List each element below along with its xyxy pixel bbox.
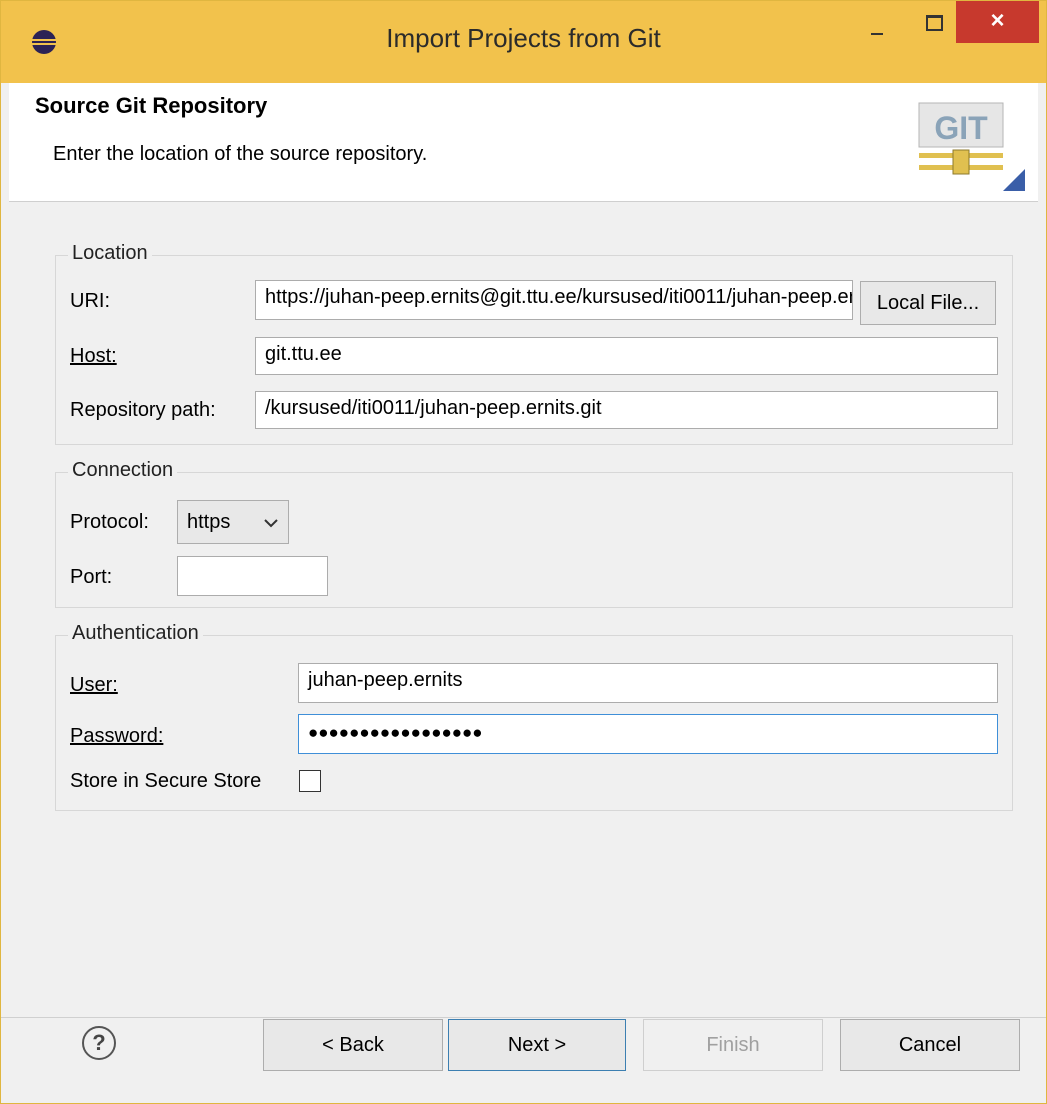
next-button[interactable]: Next >	[448, 1019, 626, 1071]
repository-path-label: Repository path:	[70, 399, 216, 421]
local-file-button[interactable]: Local File...	[860, 281, 996, 325]
repository-path-field[interactable]: /kursused/iti0011/juhan-peep.ernits.git	[255, 391, 998, 429]
store-secure-checkbox[interactable]	[299, 770, 321, 792]
help-icon[interactable]: ?	[82, 1026, 116, 1060]
back-button[interactable]: < Back	[263, 1019, 443, 1071]
port-field[interactable]	[177, 556, 328, 596]
page-title: Source Git Repository	[35, 93, 268, 118]
password-label: Password:	[70, 725, 164, 747]
protocol-select[interactable]: https	[177, 500, 289, 544]
uri-field[interactable]: https://juhan-peep.ernits@git.ttu.ee/kur…	[255, 280, 853, 320]
close-button[interactable]: ×	[956, 1, 1039, 43]
git-logo-text: GIT	[934, 110, 988, 146]
footer-divider	[1, 1017, 1046, 1018]
protocol-label: Protocol:	[70, 511, 149, 533]
host-field[interactable]: git.ttu.ee	[255, 337, 998, 375]
uri-label: URI:	[70, 290, 110, 312]
user-field[interactable]: juhan-peep.ernits	[298, 663, 998, 703]
page-description: Enter the location of the source reposit…	[53, 143, 428, 165]
port-label: Port:	[70, 566, 113, 588]
title-bar[interactable]: Import Projects from Git ×	[1, 1, 1046, 83]
store-secure-label: Store in Secure Store	[70, 770, 262, 792]
chevron-down-icon	[264, 519, 278, 528]
cancel-button[interactable]: Cancel	[840, 1019, 1020, 1071]
host-label: Host:	[70, 345, 117, 367]
wizard-header: Source Git Repository Enter the location…	[9, 83, 1038, 202]
authentication-legend: Authentication	[68, 622, 203, 645]
import-dialog: Import Projects from Git × Source Git Re…	[0, 0, 1047, 1104]
minimize-button[interactable]	[854, 1, 898, 45]
location-legend: Location	[68, 242, 152, 265]
user-label: User:	[70, 674, 118, 696]
git-logo-icon: GIT	[918, 102, 1025, 191]
password-field[interactable]: ●●●●●●●●●●●●●●●●●	[298, 714, 998, 754]
maximize-button[interactable]	[911, 1, 955, 45]
finish-button[interactable]: Finish	[643, 1019, 823, 1071]
protocol-value: https	[187, 511, 231, 533]
connection-legend: Connection	[68, 459, 178, 482]
